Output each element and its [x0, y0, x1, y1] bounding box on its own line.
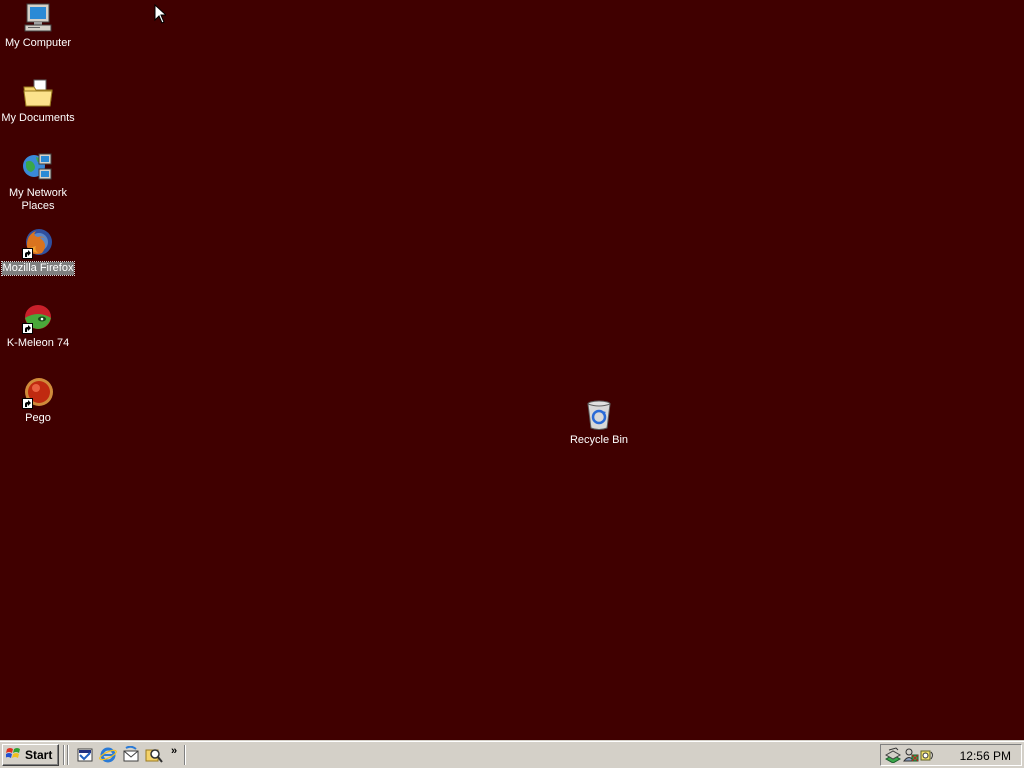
taskbar-clock[interactable]: 12:56 PM — [960, 749, 1011, 763]
desktop-icon-label: Pego — [25, 412, 51, 424]
my-computer-icon — [22, 2, 54, 34]
recycle-bin-icon — [583, 399, 615, 431]
k-meleon-icon — [22, 302, 54, 334]
taskbar: Start » 12:56 PM — [0, 740, 1024, 768]
network-places-icon — [22, 152, 54, 184]
quick-launch-grip[interactable] — [67, 745, 69, 765]
search-icon[interactable] — [145, 746, 163, 764]
outlook-express-icon[interactable] — [122, 745, 140, 764]
my-documents-icon — [22, 77, 54, 109]
mouse-cursor-icon — [154, 3, 168, 29]
desktop[interactable]: My Computer My Documents My Network Plac… — [0, 0, 1024, 740]
desktop-icon-my-computer[interactable]: My Computer — [0, 2, 76, 50]
taskbar-separator — [63, 745, 65, 765]
desktop-icon-label: Mozilla Firefox — [0, 261, 76, 276]
desktop-icon-mozilla-firefox[interactable]: Mozilla Firefox — [0, 227, 76, 276]
system-tray: 12:56 PM — [880, 744, 1022, 766]
desktop-icon-label: Recycle Bin — [569, 434, 629, 446]
desktop-icon-label: My Network Places — [8, 187, 68, 212]
volume-tray-icon[interactable] — [919, 747, 935, 763]
start-button-label: Start — [25, 748, 53, 762]
desktop-icon-pego[interactable]: Pego — [0, 377, 76, 425]
desktop-icon-label: My Computer — [4, 37, 72, 49]
desktop-icon-my-network-places[interactable]: My Network Places — [0, 152, 76, 213]
shortcut-arrow-icon — [22, 398, 33, 409]
desktop-icon-label: My Documents — [1, 112, 75, 124]
start-button[interactable]: Start — [2, 744, 59, 766]
network-tray-icon[interactable] — [884, 747, 902, 764]
show-desktop-icon[interactable] — [76, 746, 94, 764]
windows-logo-icon — [5, 747, 22, 764]
quick-launch-more-button[interactable]: » — [171, 745, 177, 757]
desktop-icon-label: K-Meleon 74 — [6, 337, 70, 349]
desktop-icon-my-documents[interactable]: My Documents — [0, 77, 76, 125]
firefox-icon — [22, 227, 54, 259]
desktop-icon-recycle-bin[interactable]: Recycle Bin — [561, 399, 637, 447]
shortcut-arrow-icon — [22, 248, 33, 259]
desktop-icon-k-meleon[interactable]: K-Meleon 74 — [0, 302, 76, 350]
internet-explorer-icon[interactable] — [99, 746, 117, 764]
taskbar-separator — [184, 745, 186, 765]
users-tray-icon[interactable] — [903, 747, 919, 763]
shortcut-arrow-icon — [22, 323, 33, 334]
pego-icon — [22, 377, 54, 409]
